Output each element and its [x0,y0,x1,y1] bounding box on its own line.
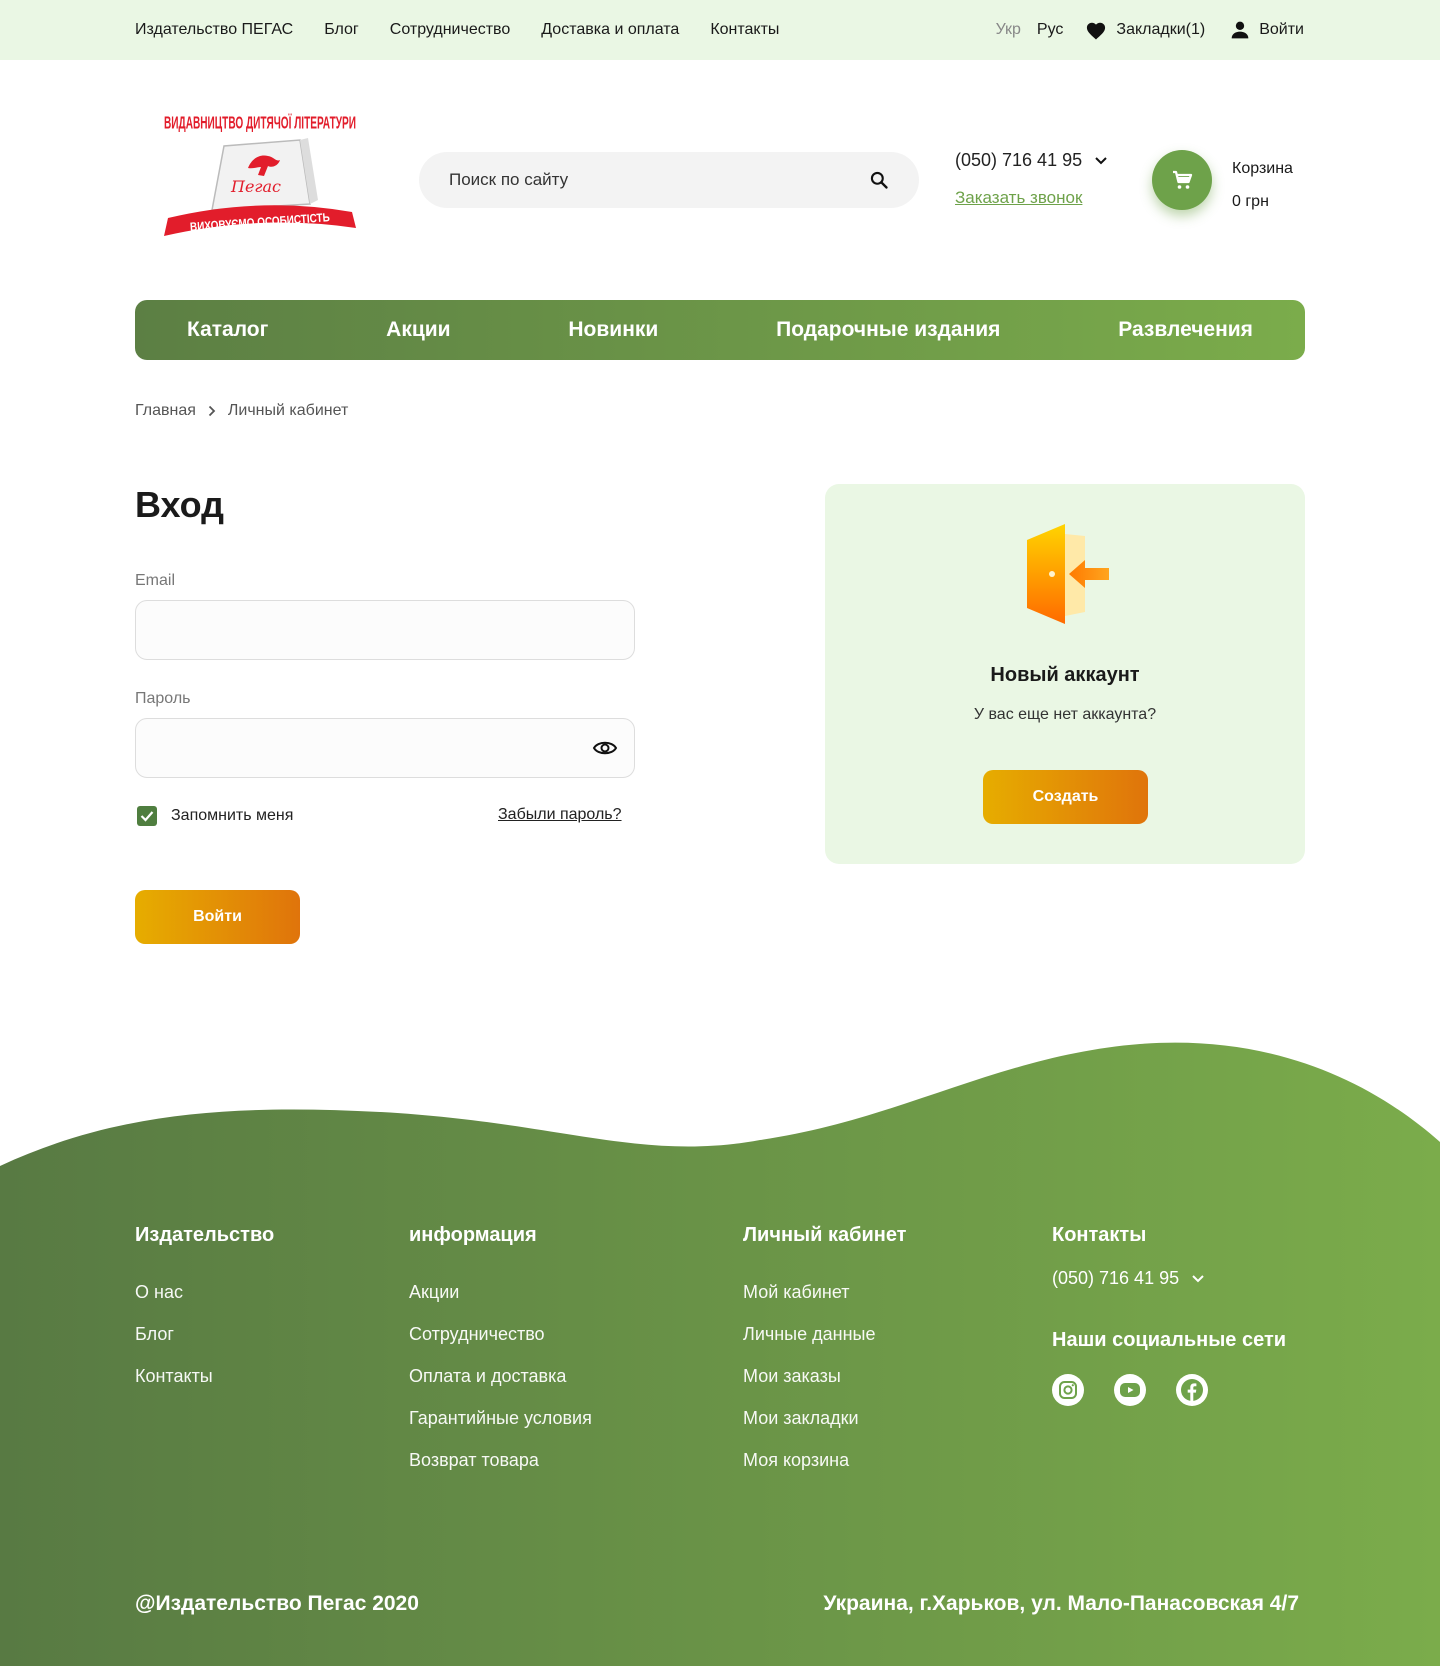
svg-text:Пегас: Пегас [230,177,281,196]
footer-publisher-title: Издательство [135,1224,275,1246]
footer-link-cooperation[interactable]: Сотрудничество [409,1313,592,1355]
heart-icon [1087,22,1106,40]
top-right-tools: Укр Рус Закладки(1) Войти [996,0,1304,60]
footer-link-contacts[interactable]: Контакты [135,1355,274,1397]
footer-copyright: @Издательство Пегас 2020 [135,1592,419,1615]
nav-catalog[interactable]: Каталог [187,318,268,342]
footer-col-contacts: Контакты (050) 716 41 95 Наши социальные… [1052,1224,1286,1406]
page-title: Вход [135,484,225,525]
footer-link-cart[interactable]: Моя корзина [743,1439,906,1481]
phone-dropdown[interactable]: (050) 716 41 95 [955,150,1108,171]
footer-contacts-title: Контакты [1052,1224,1147,1246]
breadcrumb-home[interactable]: Главная [135,402,196,420]
footer-link-personal-data[interactable]: Личные данные [743,1313,906,1355]
social-links [1052,1374,1286,1406]
search-placeholder: Поиск по сайту [449,170,569,189]
instagram-icon[interactable] [1052,1374,1084,1406]
top-nav-blog[interactable]: Блог [324,21,359,39]
chevron-down-icon [1192,1274,1204,1282]
footer-col-info: информация Акции Сотрудничество Оплата и… [409,1224,592,1481]
footer-account-title: Личный кабинет [743,1224,907,1246]
callback-link[interactable]: Заказать звонок [955,188,1082,208]
nav-promotions[interactable]: Акции [386,318,450,342]
enter-door-icon [1027,524,1109,624]
footer-phone-number: (050) 716 41 95 [1052,1268,1180,1288]
breadcrumb: Главная Личный кабинет [135,402,348,420]
footer-link-about[interactable]: О нас [135,1271,274,1313]
footer-address: Украина, г.Харьков, ул. Мало-Панасовская… [823,1592,1299,1615]
email-label: Email [135,572,176,589]
eye-icon[interactable] [592,736,618,760]
new-account-title: Новый аккаунт [990,664,1140,686]
phone-number: (050) 716 41 95 [955,150,1083,170]
nav-entertainment[interactable]: Развлечения [1118,318,1253,342]
top-nav: Издательство ПЕГАС Блог Сотрудничество Д… [135,0,779,60]
footer-social-title: Наши социальные сети [1052,1329,1287,1351]
search-icon[interactable] [869,170,889,190]
email-field[interactable] [135,600,635,660]
login-submit-button[interactable]: Войти [135,890,300,944]
login-link[interactable]: Войти [1230,20,1304,40]
create-account-button[interactable]: Создать [983,770,1148,824]
remember-me-checkbox[interactable]: Запомнить меня [137,806,293,826]
cart-summary: Корзина 0 грн [1232,152,1293,218]
footer-link-payment[interactable]: Оплата и доставка [409,1355,592,1397]
footer-col-account: Личный кабинет Мой кабинет Личные данные… [743,1224,906,1481]
remember-me-label: Запомнить меня [171,807,294,824]
new-account-subtitle: У вас еще нет аккаунта? [973,706,1157,723]
login-label: Войти [1259,21,1304,38]
top-bar: Издательство ПЕГАС Блог Сотрудничество Д… [0,0,1440,60]
youtube-icon[interactable] [1114,1374,1146,1406]
cart-icon [1173,170,1193,189]
footer-link-my-account[interactable]: Мой кабинет [743,1271,906,1313]
new-account-card: Новый аккаунт У вас еще нет аккаунта? Со… [825,484,1305,864]
cart-button[interactable] [1152,150,1212,210]
password-label: Пароль [135,690,191,707]
top-nav-cooperation[interactable]: Сотрудничество [390,21,511,39]
chevron-right-icon [208,405,216,417]
footer-info-title: информация [409,1224,537,1246]
svg-text:ВИДАВНИЦТВО ДИТЯЧОЇ ЛІТЕРАТУРИ: ВИДАВНИЦТВО ДИТЯЧОЇ ЛІТЕРАТУРИ [164,114,356,133]
footer-link-orders[interactable]: Мои заказы [743,1355,906,1397]
footer-link-blog[interactable]: Блог [135,1313,274,1355]
forgot-password-link[interactable]: Забыли пароль? [498,806,622,824]
site-logo[interactable]: ВИДАВНИЦТВО ДИТЯЧОЇ ЛІТЕРАТУРИ Пегас ВИХ… [160,108,360,248]
bookmarks-link[interactable]: Закладки(1) [1085,20,1205,40]
top-nav-contacts[interactable]: Контакты [710,21,779,39]
cart-label: Корзина [1232,160,1293,177]
nav-gift-editions[interactable]: Подарочные издания [776,318,1000,342]
footer-link-returns[interactable]: Возврат товара [409,1439,592,1481]
bookmarks-label: Закладки(1) [1116,21,1206,38]
top-nav-publisher[interactable]: Издательство ПЕГАС [135,21,293,39]
breadcrumb-current: Личный кабинет [227,402,349,419]
facebook-icon[interactable] [1176,1374,1208,1406]
top-nav-delivery[interactable]: Доставка и оплата [541,21,679,39]
main-nav: Каталог Акции Новинки Подарочные издания… [135,300,1305,360]
footer-link-promotions[interactable]: Акции [409,1271,592,1313]
checkbox-checked-icon[interactable] [137,806,157,826]
password-field[interactable] [135,718,635,778]
user-icon [1231,21,1249,39]
chevron-down-icon [1095,156,1107,164]
nav-new[interactable]: Новинки [568,318,658,342]
footer-phone-dropdown[interactable]: (050) 716 41 95 [1052,1268,1286,1289]
cart-sum: 0 грн [1232,193,1269,210]
footer-link-bookmarks[interactable]: Мои закладки [743,1397,906,1439]
pegas-logo: ВИДАВНИЦТВО ДИТЯЧОЇ ЛІТЕРАТУРИ Пегас ВИХ… [164,114,356,236]
footer-col-publisher: Издательство О нас Блог Контакты [135,1224,274,1397]
lang-rus[interactable]: Рус [1037,21,1064,39]
search-bar[interactable]: Поиск по сайту [419,152,919,208]
lang-ukr[interactable]: Укр [996,21,1021,39]
footer-link-warranty[interactable]: Гарантийные условия [409,1397,592,1439]
